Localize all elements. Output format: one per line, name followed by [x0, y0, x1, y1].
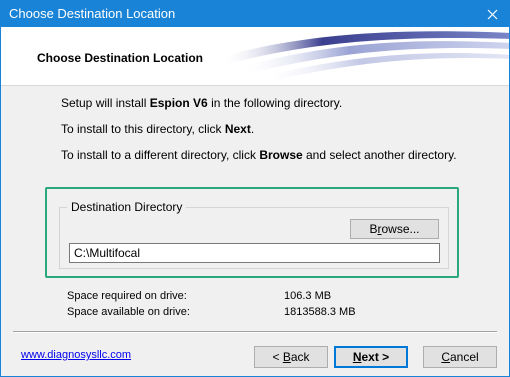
destination-path-field[interactable]: C:\Multifocal [69, 243, 440, 263]
destination-group-label: Destination Directory [67, 200, 187, 214]
header-banner: Choose Destination Location [1, 27, 509, 86]
space-required-label: Space required on drive: [67, 290, 187, 302]
install-info-line: Setup will install Espion V6 in the foll… [61, 96, 343, 110]
space-required-value: 106.3 MB [284, 290, 332, 302]
header-title: Choose Destination Location [37, 51, 204, 65]
title-bar[interactable]: Choose Destination Location [1, 1, 509, 27]
space-available-label: Space available on drive: [67, 306, 190, 318]
back-button[interactable]: < Back [254, 346, 328, 368]
close-button[interactable] [475, 1, 509, 27]
next-instruction-line: To install to this directory, click Next… [61, 122, 255, 136]
close-icon [487, 9, 497, 19]
footer-separator-highlight [13, 332, 497, 333]
browse-button[interactable]: Browse... [350, 219, 439, 239]
next-button[interactable]: Next > [334, 346, 408, 368]
installer-window: Choose Destination Location Choose Desti… [0, 0, 510, 377]
window-title: Choose Destination Location [9, 6, 176, 21]
cancel-button[interactable]: Cancel [423, 346, 497, 368]
website-link[interactable]: www.diagnosysllc.com [21, 349, 131, 361]
browse-instruction-line: To install to a different directory, cli… [61, 148, 457, 162]
space-available-value: 1813588.3 MB [284, 306, 356, 318]
banner-swoosh-graphic [221, 31, 509, 81]
